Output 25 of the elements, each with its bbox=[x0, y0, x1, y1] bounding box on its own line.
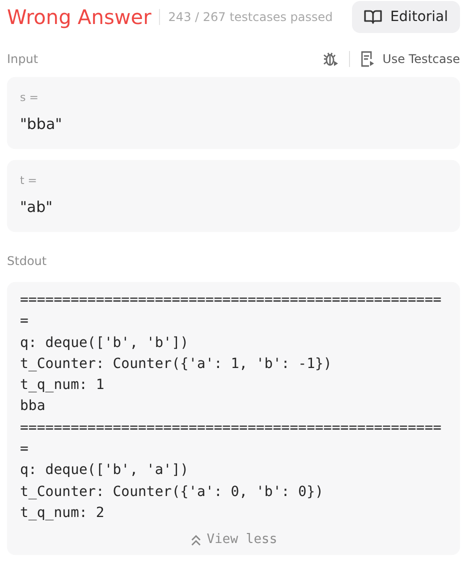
document-play-icon bbox=[360, 50, 375, 68]
output-line: t_q_num: 2 bbox=[20, 504, 106, 523]
param-value: "ab" bbox=[20, 197, 54, 218]
output-line: t_q_num: 1 bbox=[20, 376, 106, 396]
section-label: Stdout bbox=[7, 254, 48, 268]
book-icon bbox=[364, 9, 382, 25]
output-line: t_Counter: Counter({'a': 0, 'b': 0}) bbox=[20, 482, 324, 502]
param-name: t = bbox=[20, 173, 38, 189]
output-line: = bbox=[20, 312, 30, 332]
output-line: q: deque(['b', 'a']) bbox=[20, 461, 190, 480]
section-label: Input bbox=[7, 52, 38, 66]
output-line: = bbox=[20, 440, 30, 460]
output-line: ================================================== bbox=[20, 418, 442, 438]
double-chevron-up-icon bbox=[190, 534, 202, 546]
bug-icon[interactable] bbox=[322, 50, 339, 68]
output-line: q: deque(['b', 'b']) bbox=[20, 334, 190, 353]
param-value: "bba" bbox=[20, 114, 64, 135]
use-testcase-button[interactable]: Use Testcase bbox=[360, 50, 460, 68]
output-line: ================================================== bbox=[20, 291, 442, 310]
output-line: t_Counter: Counter({'a': 1, 'b': -1}) bbox=[20, 354, 333, 374]
testcases-summary: 243 / 267 testcases passed bbox=[168, 10, 333, 24]
param-name: s = bbox=[20, 90, 40, 106]
verdict-title: Wrong Answer bbox=[7, 5, 152, 29]
output-line: bba bbox=[20, 397, 46, 416]
editorial-button[interactable]: Editorial bbox=[352, 1, 460, 33]
